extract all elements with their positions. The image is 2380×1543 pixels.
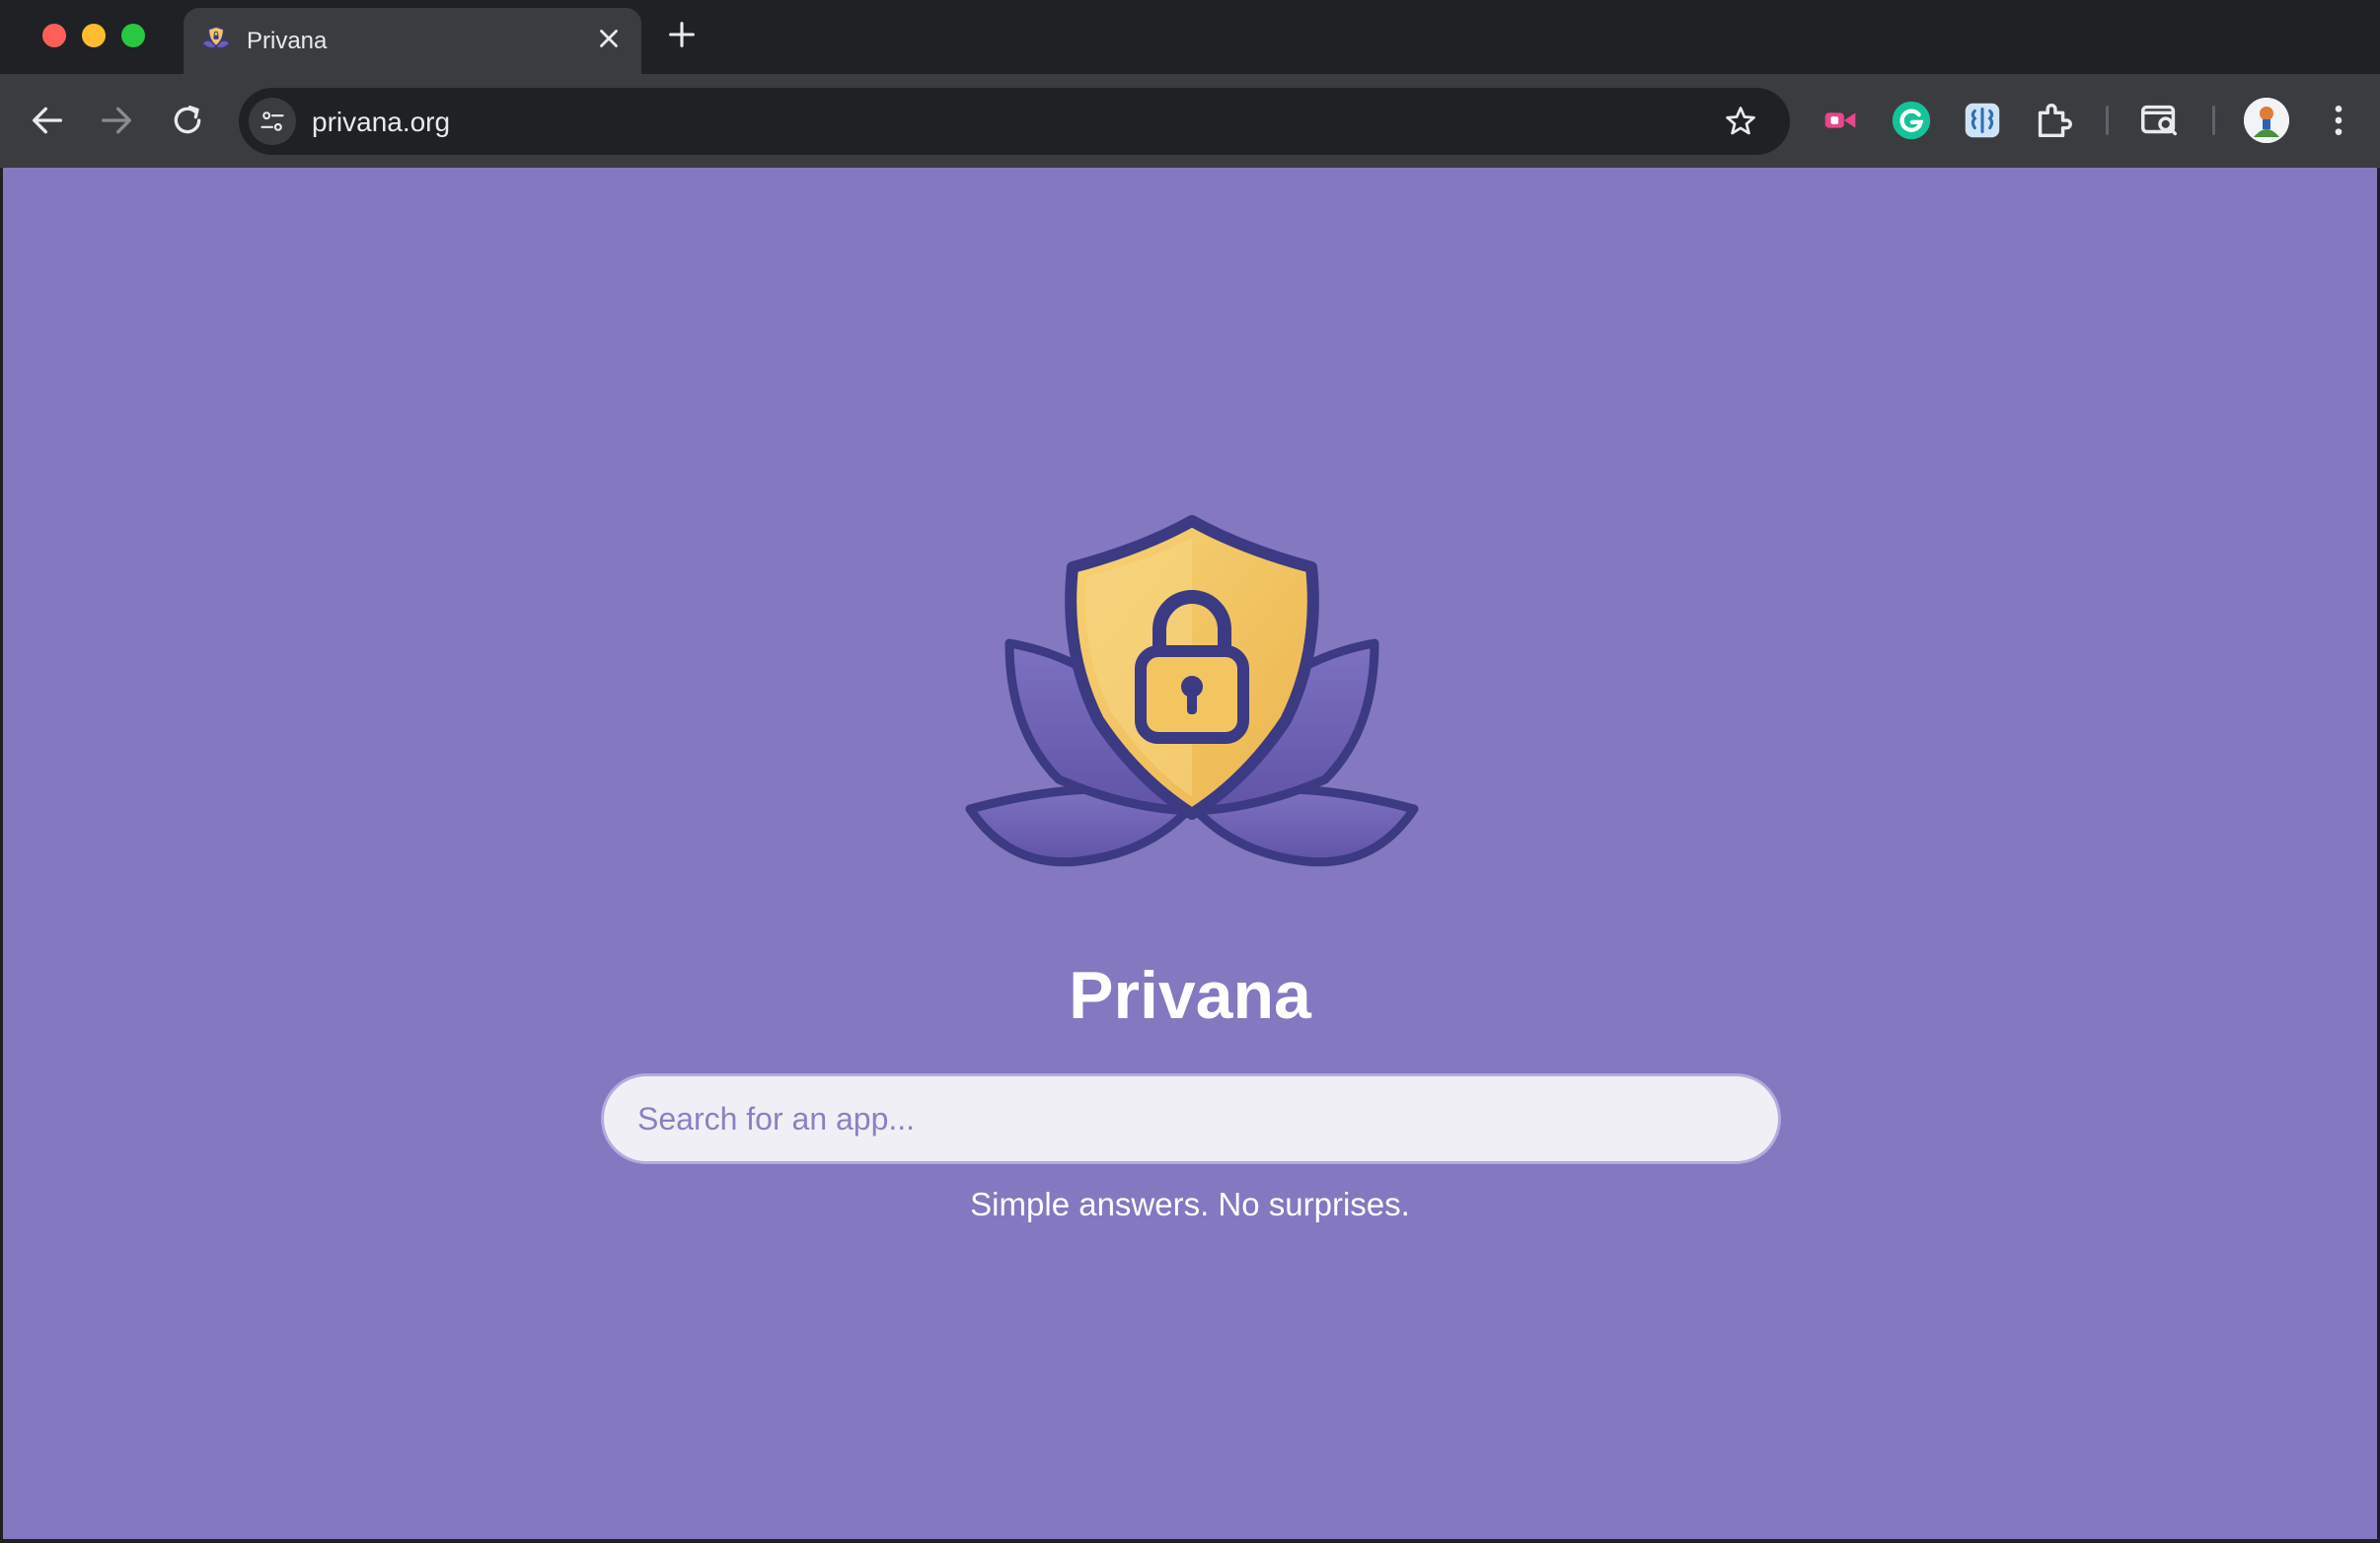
profile-avatar[interactable] <box>2244 98 2289 143</box>
reload-icon[interactable] <box>168 101 207 140</box>
toolbar-separator <box>2106 106 2109 135</box>
browser-window: Privana privana.org Privana Search for a… <box>0 0 2380 1543</box>
privana-lotus-shield-logo <box>965 515 1419 867</box>
site-info-icon[interactable] <box>249 98 296 145</box>
tagline: Simple answers. No surprises. <box>970 1186 1410 1222</box>
maximize-window-button[interactable] <box>121 24 145 47</box>
video-extension-icon[interactable] <box>1818 98 1863 143</box>
toolbar-separator <box>2212 106 2215 135</box>
privana-favicon-icon <box>201 26 231 49</box>
address-bar[interactable]: privana.org <box>239 88 1790 155</box>
close-window-button[interactable] <box>42 24 66 47</box>
back-arrow-icon[interactable] <box>28 101 67 140</box>
minimize-window-button[interactable] <box>82 24 106 47</box>
new-tab-icon[interactable] <box>665 18 699 51</box>
browser-tab[interactable]: Privana <box>184 8 641 74</box>
browser-toolbar: privana.org <box>0 74 2380 168</box>
tab-close-icon[interactable] <box>594 24 624 53</box>
url-text[interactable]: privana.org <box>312 107 450 138</box>
more-menu-icon[interactable] <box>2319 98 2358 143</box>
brand-title: Privana <box>1069 958 1311 1033</box>
page-content: Privana Simple answers. No surprises. <box>3 168 2377 1539</box>
bookmark-star-icon[interactable] <box>1723 104 1758 139</box>
app-search-input[interactable] <box>601 1073 1781 1164</box>
tab-strip: Privana <box>0 0 2380 74</box>
brain-extension-icon[interactable] <box>1960 98 2005 143</box>
grammarly-icon[interactable] <box>1889 98 1934 143</box>
forward-arrow-icon[interactable] <box>97 101 136 140</box>
tab-search-icon[interactable] <box>2137 98 2183 143</box>
puzzle-extensions-icon[interactable] <box>2031 98 2076 143</box>
tab-title: Privana <box>247 28 328 54</box>
